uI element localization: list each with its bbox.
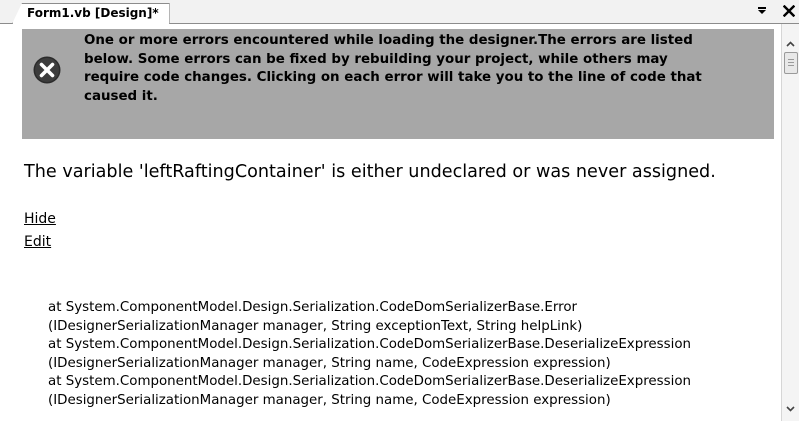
tab-title: Form1.vb [Design]* bbox=[27, 6, 159, 20]
scrollbar-thumb[interactable] bbox=[784, 52, 798, 74]
stack-trace-line: (IDesignerSerializationManager manager, … bbox=[48, 355, 611, 371]
error-banner: One or more errors encountered while loa… bbox=[22, 29, 774, 139]
scroll-down-arrow-icon[interactable] bbox=[782, 401, 799, 417]
thumb-grip-line bbox=[788, 59, 794, 60]
stack-trace-line: (IDesignerSerializationManager manager, … bbox=[48, 318, 583, 334]
stack-trace: at System.ComponentModel.Design.Serializ… bbox=[48, 299, 768, 411]
scroll-up-arrow-icon[interactable] bbox=[782, 36, 799, 52]
error-message[interactable]: The variable 'leftRaftingContainer' is e… bbox=[24, 160, 784, 184]
hide-link[interactable]: Hide bbox=[24, 210, 56, 228]
error-banner-text: One or more errors encountered while loa… bbox=[84, 32, 760, 106]
stack-trace-line: at System.ComponentModel.Design.Serializ… bbox=[48, 374, 692, 390]
close-icon[interactable] bbox=[781, 2, 797, 20]
document-tab-strip: Form1.vb [Design]* bbox=[0, 0, 799, 24]
edit-link[interactable]: Edit bbox=[24, 233, 51, 251]
tab-strip-controls bbox=[753, 2, 797, 20]
error-banner-line: One or more errors encountered while loa… bbox=[84, 33, 693, 48]
error-banner-line: require code changes. Clicking on each e… bbox=[84, 70, 702, 85]
dropdown-arrow-icon[interactable] bbox=[753, 2, 771, 20]
error-banner-line: below. Some errors can be fixed by rebui… bbox=[84, 51, 668, 67]
stack-trace-line: at System.ComponentModel.Design.Serializ… bbox=[48, 300, 578, 315]
thumb-grip-line bbox=[788, 65, 794, 66]
stack-trace-line: at System.ComponentModel.Design.Serializ… bbox=[48, 337, 692, 353]
designer-window: Form1.vb [Design]* One or more errors en… bbox=[0, 0, 799, 421]
thumb-grip-line bbox=[788, 62, 794, 63]
stack-trace-line: (IDesignerSerializationManager manager, … bbox=[48, 392, 611, 408]
error-x-icon bbox=[32, 55, 62, 85]
tab-form1-design[interactable]: Form1.vb [Design]* bbox=[12, 3, 170, 24]
error-banner-line: caused it. bbox=[84, 88, 158, 104]
vertical-scrollbar[interactable] bbox=[781, 24, 799, 421]
